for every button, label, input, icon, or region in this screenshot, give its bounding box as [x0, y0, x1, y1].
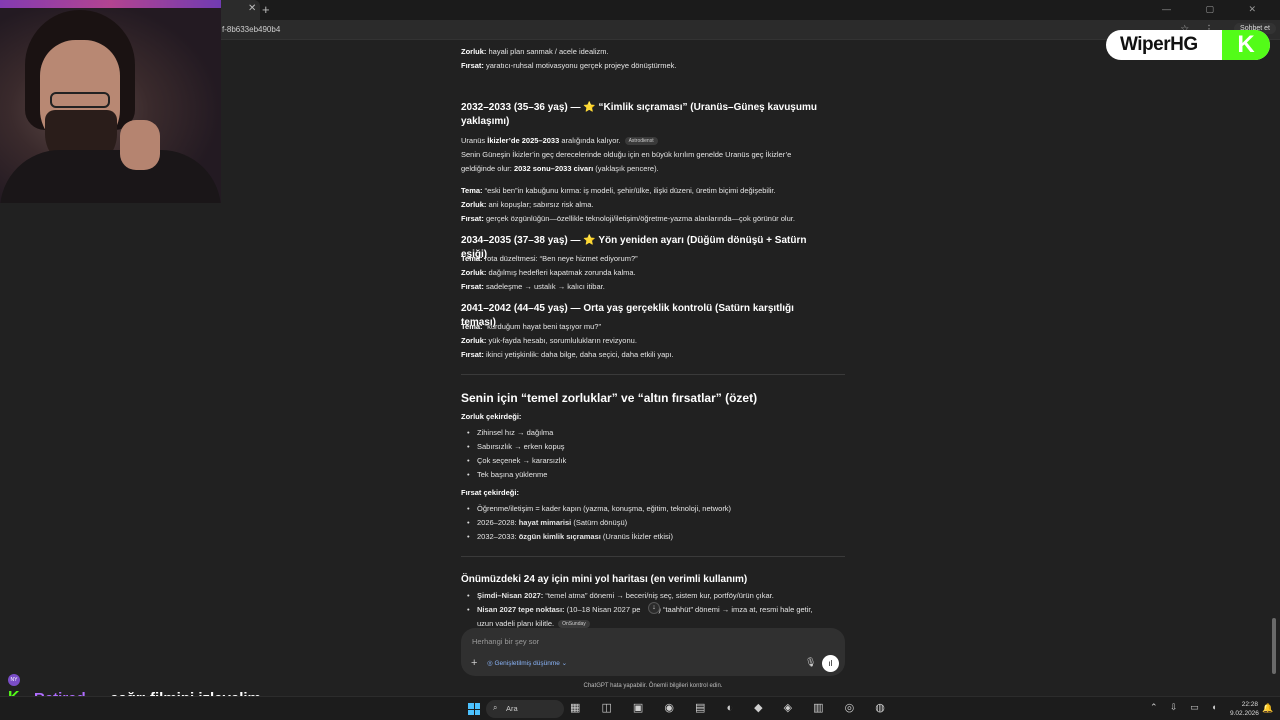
taskbar-search[interactable]: ⌕ Ara — [486, 700, 564, 718]
taskbar-app-icons[interactable]: ▦ ◫ ▣ ◉ ▤ ◐ ◆ ◈ ▥ ◎ ◍ — [570, 701, 894, 714]
text-line: Zorluk: dağılmış hedefleri kapatmak zoru… — [461, 268, 636, 277]
led-strip — [0, 0, 221, 8]
text-line: Tema: rota düzeltmesi: “Ben neye hizmet … — [461, 254, 638, 263]
search-label: Ara — [506, 704, 518, 713]
kick-logo-icon: K — [1222, 30, 1270, 60]
list-item: 2032–2033: özgün kimlik sıçraması (Uranü… — [467, 532, 673, 541]
text-line: geldiğinde olur: 2032 sonu–2033 civarı (… — [461, 164, 659, 173]
url-text[interactable]: f-8b633eb490b4 — [222, 25, 280, 34]
roadmap-heading: Önümüzdeki 24 ay için mini yol haritası … — [461, 574, 748, 585]
text-line: uzun vadeli planı kilitle. OnSunday — [477, 619, 590, 629]
text-line: Fırsat: sadeleşme → ustalık → kalıcı iti… — [461, 282, 605, 291]
list-item: Çok seçenek → kararsızlık — [467, 456, 566, 465]
notification-bell-icon[interactable]: 🔔 — [1262, 703, 1273, 714]
extended-thinking-toggle[interactable]: ◎ Genişletilmiş düşünme ⌄ — [487, 659, 567, 667]
source-pill[interactable]: Astrodienst — [624, 137, 658, 146]
logo-text: WiperHG — [1120, 34, 1198, 55]
list-item: Nisan 2027 tepe noktası: (10–18 Nisan 20… — [467, 605, 813, 614]
webcam-overlay — [0, 0, 221, 203]
clock-date: 9.02.2026 — [1230, 710, 1259, 717]
system-tray-icons[interactable]: ⌃ ⇩ ▭ ◖ — [1150, 702, 1222, 713]
prompt-composer[interactable]: Herhangi bir şey sor + ◎ Genişletilmiş d… — [461, 628, 845, 676]
microphone-icon[interactable]: 🎙 — [805, 657, 816, 668]
text-line: Senin Güneşin İkizler’in geç derecelerin… — [461, 150, 792, 159]
text-line: Tema: “kurduğum hayat beni taşıyor mu?” — [461, 322, 601, 331]
text-line: Fırsat: yaratıcı-ruhsal motivasyonu gerç… — [461, 61, 677, 70]
shoulders — [0, 150, 221, 203]
summary-heading: Senin için “temel zorluklar” ve “altın f… — [461, 391, 758, 405]
attach-plus-icon[interactable]: + — [471, 657, 477, 669]
scrollbar[interactable] — [1272, 618, 1276, 674]
close-tab-icon[interactable]: ✕ — [248, 3, 256, 14]
glasses — [50, 92, 110, 108]
divider — [461, 556, 845, 557]
list-item: Zihinsel hız → dağılma — [467, 428, 553, 437]
streamer-logo: WiperHG K — [1106, 30, 1270, 60]
list-item: Tek başına yüklenme — [467, 470, 548, 479]
windows-taskbar: ⌕ Ara ▦ ◫ ▣ ◉ ▤ ◐ ◆ ◈ ▥ ◎ ◍ ⌃ ⇩ ▭ ◖ 22:2… — [0, 696, 1280, 720]
source-pill[interactable]: OnSunday — [558, 620, 590, 629]
text-line: Fırsat: ikinci yetişkinlik: daha bilge, … — [461, 350, 674, 359]
text-line: Zorluk: yük-fayda hesabı, sorumlulukları… — [461, 336, 637, 345]
chat-avatar: NY — [8, 674, 20, 686]
text-line: Fırsat: gerçek özgünlüğün—özellikle tekn… — [461, 214, 795, 223]
text-line: Tema: “eski ben”in kabuğunu kırma: iş mo… — [461, 186, 776, 195]
window-controls[interactable]: — ▢ ✕ — [1162, 4, 1272, 15]
hand — [120, 120, 160, 170]
list-item: Sabırsızlık → erken kopuş — [467, 442, 564, 451]
list-item: Şimdi–Nisan 2027: “temel atma” dönemi → … — [467, 591, 774, 600]
clock-time: 22:28 — [1241, 701, 1258, 708]
divider — [461, 374, 845, 375]
prompt-input[interactable]: Herhangi bir şey sor — [472, 637, 539, 646]
section-heading: 2032–2033 (35–36 yaş) — ⭐ “Kimlik sıçram… — [461, 102, 817, 127]
zorluk-title: Zorluk çekirdeği: — [461, 412, 522, 421]
list-item: Öğrenme/iletişim = kader kapın (yazma, k… — [467, 504, 731, 513]
clock[interactable]: 22:28 9.02.2026 — [1230, 700, 1259, 718]
firsat-title: Fırsat çekirdeği: — [461, 488, 519, 497]
search-icon: ⌕ — [493, 703, 498, 712]
scroll-down-button[interactable]: ↓ — [648, 602, 660, 614]
voice-mode-button[interactable]: ıl — [822, 655, 839, 672]
text-line: Zorluk: hayali plan sanmak / acele ideal… — [461, 47, 609, 56]
browser-tab[interactable]: ✕ — [216, 0, 260, 20]
new-tab-button[interactable]: + — [262, 2, 270, 17]
list-item: 2026–2028: hayat mimarisi (Satürn dönüşü… — [467, 518, 627, 527]
start-menu-icon[interactable] — [468, 703, 480, 715]
text-line: Uranüs İkizler’de 2025–2033 aralığında k… — [461, 136, 658, 146]
text-line: Zorluk: ani kopuşlar; sabırsız risk alma… — [461, 200, 594, 209]
